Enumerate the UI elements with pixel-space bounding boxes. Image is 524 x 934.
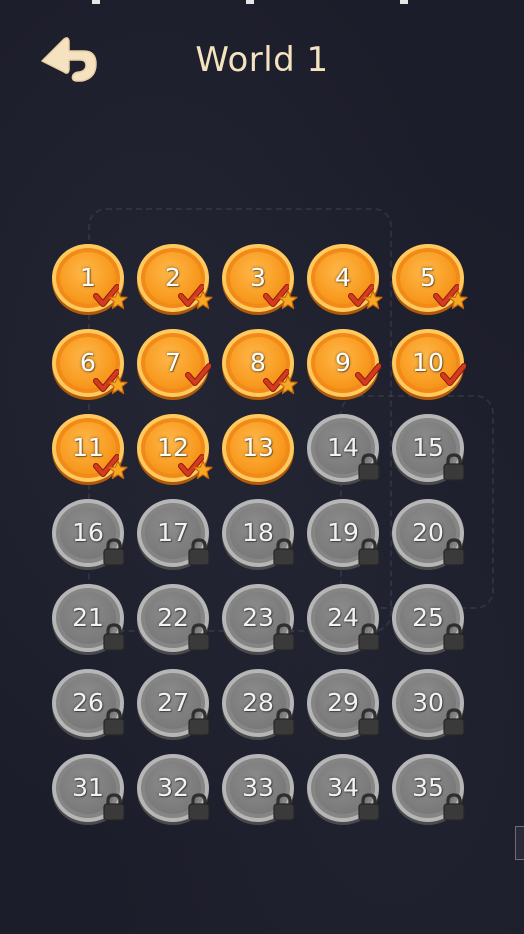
level-button-9[interactable]: 9 <box>305 325 381 401</box>
lock-icon <box>273 538 295 566</box>
star-icon <box>108 290 128 310</box>
checkmark-icon <box>185 363 211 386</box>
lock-icon <box>358 453 380 481</box>
lock-icon <box>273 623 295 651</box>
star-icon <box>278 375 298 395</box>
level-button-1[interactable]: 1 <box>50 240 128 316</box>
lock-icon <box>103 538 125 566</box>
level-button-10[interactable]: 10 <box>390 325 466 401</box>
level-button-35[interactable]: 35 <box>390 750 466 826</box>
star-icon <box>108 460 128 480</box>
level-button-11[interactable]: 11 <box>50 410 128 486</box>
level-button-17[interactable]: 17 <box>135 495 211 571</box>
level-button-25[interactable]: 25 <box>390 580 466 656</box>
level-button-18[interactable]: 18 <box>220 495 296 571</box>
lock-icon <box>188 623 210 651</box>
star-icon <box>108 375 128 395</box>
lock-icon <box>358 793 380 821</box>
level-button-34[interactable]: 34 <box>305 750 381 826</box>
level-button-32[interactable]: 32 <box>135 750 211 826</box>
level-button-15[interactable]: 15 <box>390 410 466 486</box>
level-button-20[interactable]: 20 <box>390 495 466 571</box>
level-button-22[interactable]: 22 <box>135 580 211 656</box>
level-button-21[interactable]: 21 <box>50 580 126 656</box>
level-button-19[interactable]: 19 <box>305 495 381 571</box>
top-edge-marks <box>0 0 524 6</box>
checkmark-icon <box>355 363 381 386</box>
lock-icon <box>443 793 465 821</box>
level-number: 13 <box>242 433 274 462</box>
lock-icon <box>188 708 210 736</box>
lock-icon <box>273 708 295 736</box>
level-button-14[interactable]: 14 <box>305 410 381 486</box>
star-icon <box>278 290 298 310</box>
lock-icon <box>103 708 125 736</box>
lock-icon <box>443 538 465 566</box>
level-button-2[interactable]: 2 <box>135 240 213 316</box>
lock-icon <box>358 538 380 566</box>
level-button-30[interactable]: 30 <box>390 665 466 741</box>
level-button-4[interactable]: 4 <box>305 240 383 316</box>
star-icon <box>448 290 468 310</box>
level-button-26[interactable]: 26 <box>50 665 126 741</box>
level-button-5[interactable]: 5 <box>390 240 468 316</box>
checkmark-icon <box>440 363 466 386</box>
level-button-23[interactable]: 23 <box>220 580 296 656</box>
level-button-27[interactable]: 27 <box>135 665 211 741</box>
level-button-16[interactable]: 16 <box>50 495 126 571</box>
lock-icon <box>103 623 125 651</box>
lock-icon <box>358 623 380 651</box>
level-button-29[interactable]: 29 <box>305 665 381 741</box>
lock-icon <box>273 793 295 821</box>
lock-icon <box>188 793 210 821</box>
level-grid: 1 2 3 4 5 6 7 8 9 10 11 12 13 14 15 16 17 18 19 20 21 22 23 24 2… <box>50 240 474 826</box>
side-handle <box>515 826 524 860</box>
lock-icon <box>443 708 465 736</box>
level-button-13[interactable]: 13 <box>220 410 296 486</box>
page-title: World 1 <box>195 40 329 80</box>
level-button-3[interactable]: 3 <box>220 240 298 316</box>
level-button-31[interactable]: 31 <box>50 750 126 826</box>
level-button-12[interactable]: 12 <box>135 410 213 486</box>
lock-icon <box>443 623 465 651</box>
level-button-8[interactable]: 8 <box>220 325 298 401</box>
lock-icon <box>188 538 210 566</box>
star-icon <box>363 290 383 310</box>
level-button-28[interactable]: 28 <box>220 665 296 741</box>
level-button-33[interactable]: 33 <box>220 750 296 826</box>
star-icon <box>193 460 213 480</box>
star-icon <box>193 290 213 310</box>
lock-icon <box>443 453 465 481</box>
level-button-6[interactable]: 6 <box>50 325 128 401</box>
level-button-24[interactable]: 24 <box>305 580 381 656</box>
lock-icon <box>358 708 380 736</box>
lock-icon <box>103 793 125 821</box>
level-button-7[interactable]: 7 <box>135 325 211 401</box>
